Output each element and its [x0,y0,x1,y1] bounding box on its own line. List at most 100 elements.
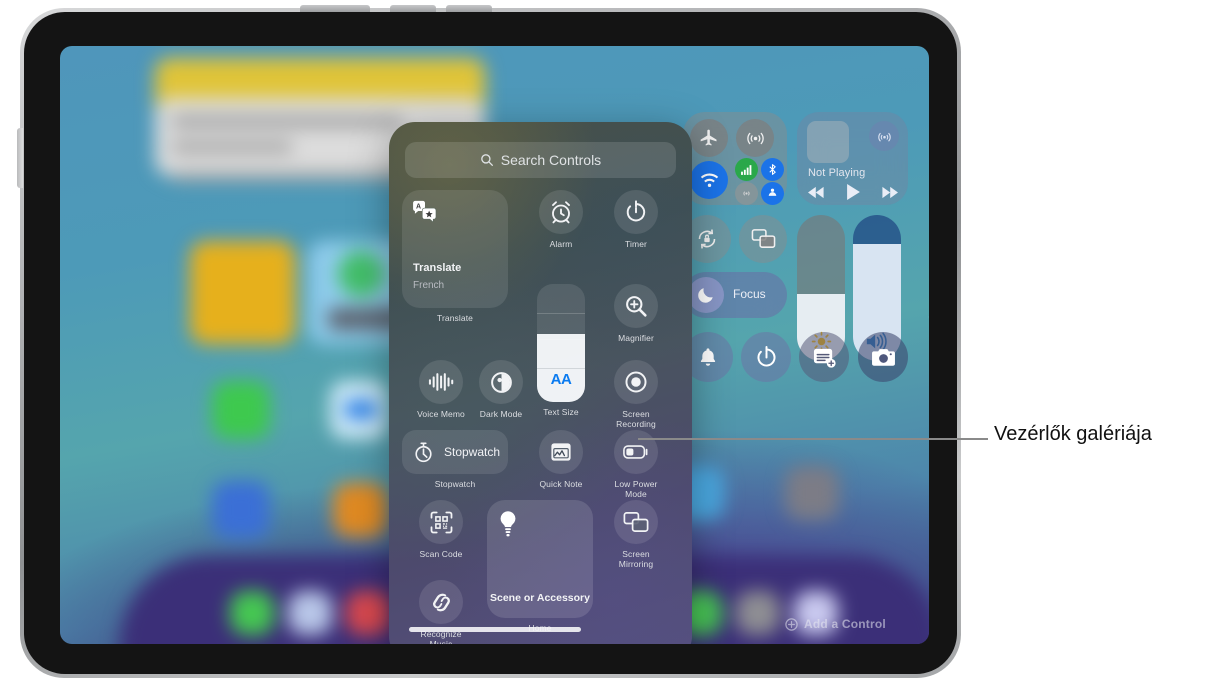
search-controls-field[interactable]: Search Controls [405,142,676,178]
gallery-label-translate: Translate [436,313,474,323]
add-a-control-button[interactable]: Add a Control [785,617,886,631]
circle-icon[interactable] [921,450,929,502]
airdrop-icon [746,132,764,144]
gallery-item-stopwatch[interactable]: Stopwatch Stopwatch [402,430,508,489]
scene-or-accessory-tile[interactable]: Scene or Accessory [487,500,593,618]
airplay-button[interactable] [869,121,899,151]
qr-code-icon [430,511,452,533]
ipad-screen: Not Playing Focus Add a Control Search C… [60,46,929,644]
fast-forward-icon[interactable] [881,186,898,199]
gallery-label-voice-memo: Voice Memo [417,409,465,419]
magnifier-tile[interactable] [614,284,658,328]
volume-down-button[interactable] [446,5,492,12]
focus-icon-circle [688,277,724,313]
airplane-mode-button[interactable] [690,119,728,157]
cellular-button[interactable] [735,158,758,181]
airplay-audio-icon [877,132,891,142]
callout-leader-line [638,438,988,440]
airdrop-icon [743,191,750,196]
gallery-item-quick-note[interactable]: Quick Note [532,430,590,489]
recognize-music-tile[interactable] [419,580,463,624]
personal-hotspot-button[interactable] [761,182,784,205]
low-power-mode-tile[interactable] [614,430,658,474]
heart-icon[interactable] [921,294,929,346]
home-indicator[interactable] [408,627,581,632]
gallery-item-timer[interactable]: Timer [607,190,665,249]
lightbulb-icon [500,511,516,537]
gallery-item-dark-mode[interactable]: Dark Mode [472,360,530,419]
dark-mode-tile[interactable] [479,360,523,404]
focus-button[interactable]: Focus [683,272,787,318]
bluetooth-icon [769,164,776,175]
callout-label: Vezérlők galériája [994,423,1152,445]
scan-code-tile[interactable] [419,500,463,544]
screen-mirroring-icon [751,229,775,248]
rotation-lock-icon [698,229,716,249]
camera-icon [871,348,895,366]
gallery-label-scan-code: Scan Code [419,549,463,559]
gallery-item-text-size[interactable]: AA Text Size [532,284,590,417]
alarm-clock-icon [552,201,570,224]
timer-tile[interactable] [614,190,658,234]
album-art-placeholder [807,121,849,163]
broadcast-icon[interactable] [921,398,929,450]
quick-note-button[interactable] [799,332,849,382]
svg-text:A: A [416,204,421,211]
gallery-label-quick-note: Quick Note [539,479,583,489]
gallery-item-scan-code[interactable]: Scan Code [412,500,470,559]
screenshot-root: Not Playing Focus Add a Control Search C… [0,0,1229,692]
connectivity-module [683,112,787,205]
rewind-icon[interactable] [808,186,825,199]
control-center: Not Playing Focus [683,112,908,412]
gallery-item-translate[interactable]: A Translate French Translate [402,190,508,323]
music-note-icon[interactable] [921,346,929,398]
play-icon[interactable] [846,184,861,200]
gallery-item-recognize-music[interactable]: Recognize Music [412,580,470,644]
timer-icon [626,200,646,222]
side-connector [17,128,23,188]
gallery-item-screen-recording[interactable]: Screen Recording [607,360,665,429]
add-a-control-label: Add a Control [804,617,886,631]
voice-memo-tile[interactable] [419,360,463,404]
plus-circle-icon [785,617,798,631]
bell-icon [700,348,716,366]
airdrop-small-button[interactable] [735,182,758,205]
wifi-button[interactable] [690,161,728,199]
timer-button[interactable] [741,332,791,382]
text-size-tile[interactable]: AA [537,284,585,402]
gallery-label-stopwatch: Stopwatch [434,479,476,489]
now-playing-title: Not Playing [808,167,866,179]
volume-up-button[interactable] [390,5,436,12]
stopwatch-tile[interactable]: Stopwatch [402,430,508,474]
screen-mirroring-button[interactable] [739,215,787,263]
device-bezel: Not Playing Focus Add a Control Search C… [24,12,957,674]
control-center-shortcuts [683,332,908,382]
gallery-item-scene-or-accessory[interactable]: Scene or Accessory Home [487,500,593,633]
gallery-item-alarm[interactable]: Alarm [532,190,590,249]
bluetooth-button[interactable] [761,158,784,181]
translate-tile[interactable]: A Translate French [402,190,508,308]
search-placeholder-text: Search Controls [500,152,602,168]
gallery-item-low-power-mode[interactable]: Low Power Mode [607,430,665,499]
screen-mirroring-tile[interactable] [614,500,658,544]
translate-tile-subtitle: French [413,280,445,291]
wifi-icon [700,172,718,187]
moon-icon [698,288,713,303]
airplane-icon [700,129,717,146]
airdrop-button[interactable] [736,119,774,157]
power-button[interactable] [300,5,370,12]
gallery-label-text-size: Text Size [543,407,579,417]
screen-recording-tile[interactable] [614,360,658,404]
camera-button[interactable] [858,332,908,382]
quick-note-icon [813,348,836,368]
alarm-tile[interactable] [539,190,583,234]
gallery-item-voice-memo[interactable]: Voice Memo [412,360,470,419]
gallery-label-low-power-mode: Low Power Mode [614,479,658,499]
quick-note-tile[interactable] [539,430,583,474]
gallery-label-alarm: Alarm [549,239,573,249]
search-icon [480,154,493,166]
gallery-label-timer: Timer [625,239,647,249]
gallery-item-screen-mirroring[interactable]: Screen Mirroring [607,500,665,569]
gallery-item-magnifier[interactable]: Magnifier [607,284,665,343]
battery-icon [623,445,648,459]
